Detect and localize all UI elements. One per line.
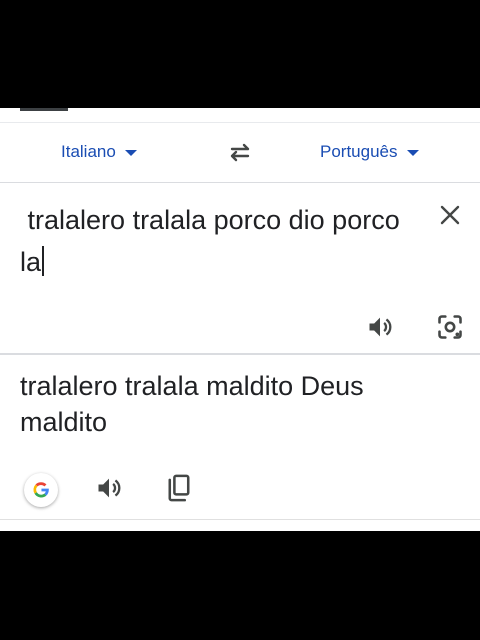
divider [0, 122, 480, 123]
google-lens-icon [438, 315, 462, 339]
source-text-field[interactable]: tralalero tralala porco dio porco la [20, 199, 420, 283]
google-search-button[interactable] [24, 473, 58, 507]
translation-text: tralalero tralala maldito Deus maldito [20, 371, 364, 437]
copy-translation-button[interactable] [165, 473, 193, 503]
source-language-selector[interactable]: Italiano [61, 142, 137, 162]
language-bar: Italiano Português [0, 124, 480, 182]
text-cursor [42, 246, 45, 276]
source-text: tralalero tralala porco dio porco la [20, 205, 408, 277]
source-text-area[interactable]: tralalero tralala porco dio porco la [0, 183, 480, 353]
swap-languages-button[interactable] [226, 140, 254, 164]
camera-translate-button[interactable] [436, 313, 464, 341]
listen-source-button[interactable] [366, 313, 394, 341]
translation-area: tralalero tralala maldito Deus maldito [0, 355, 480, 519]
target-language-label: Português [320, 142, 398, 161]
dropdown-arrow-icon [406, 150, 419, 156]
close-icon [440, 205, 460, 225]
google-logo-icon [33, 482, 49, 498]
swap-horiz-icon [230, 143, 250, 162]
target-language-selector[interactable]: Português [320, 142, 419, 162]
divider [0, 519, 480, 520]
listen-translation-button[interactable] [95, 474, 123, 502]
content-copy-icon [168, 474, 190, 502]
dropdown-arrow-icon [124, 150, 137, 156]
tab-indicator [20, 108, 68, 111]
translate-screen: Italiano Português tralalero tralala por… [0, 108, 480, 531]
source-language-label: Italiano [61, 142, 116, 161]
volume-up-icon [98, 478, 121, 498]
clear-text-button[interactable] [438, 203, 462, 227]
volume-up-icon [369, 317, 392, 337]
